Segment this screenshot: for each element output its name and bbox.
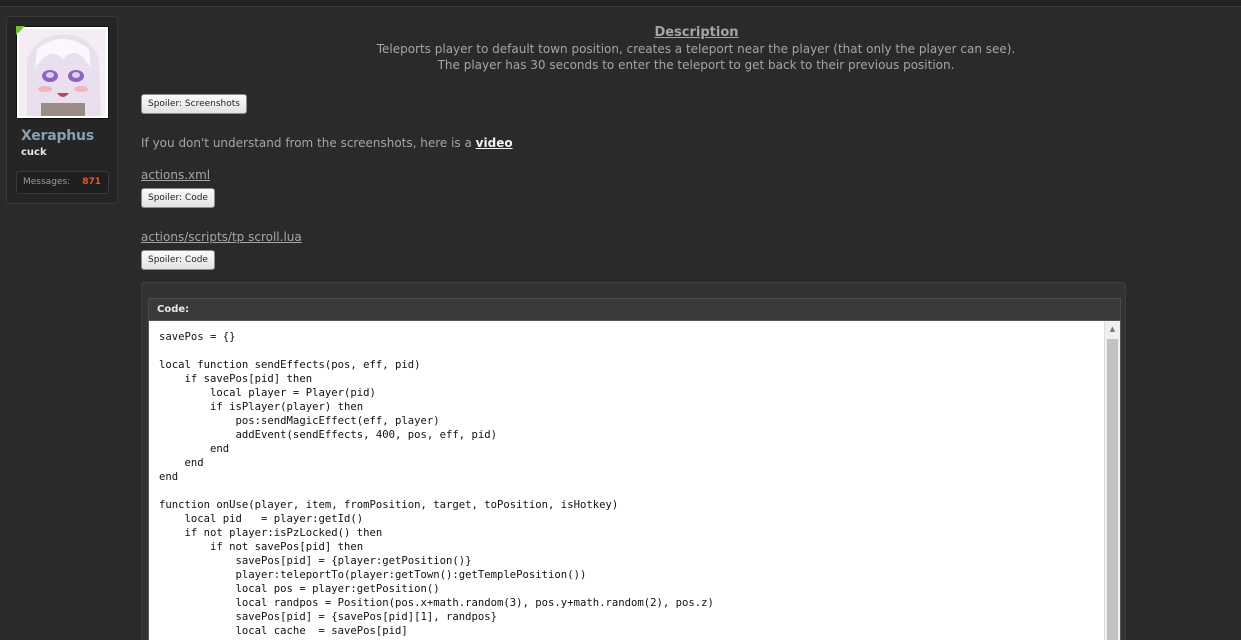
video-paragraph-text: If you don't understand from the screens… bbox=[141, 136, 476, 150]
code-line: local randpos = Position(pos.x+math.rand… bbox=[159, 597, 714, 609]
code-text[interactable]: savePos = {} local function sendEffects(… bbox=[159, 330, 714, 638]
code-scrollbar[interactable]: ▲ bbox=[1104, 321, 1120, 640]
code-line: if savePos[pid] then bbox=[159, 373, 313, 385]
spoiler-code-button-tp-scroll-lua[interactable]: Spoiler: Code bbox=[141, 250, 215, 270]
username-link[interactable]: Xeraphus bbox=[21, 128, 94, 144]
messages-stat: Messages: 871 bbox=[16, 171, 109, 194]
avatar[interactable] bbox=[16, 26, 109, 119]
code-line: end bbox=[159, 471, 179, 483]
spoiler-content: Code: savePos = {} local function sendEf… bbox=[141, 282, 1126, 640]
code-line: if not savePos[pid] then bbox=[159, 541, 364, 553]
code-line: if not player:isPzLocked() then bbox=[159, 527, 383, 539]
code-line: local pid = player:getId() bbox=[159, 513, 364, 525]
code-line: if isPlayer(player) then bbox=[159, 401, 364, 413]
messages-count[interactable]: 871 bbox=[82, 177, 101, 187]
description-title: Description bbox=[654, 25, 739, 40]
code-line: end bbox=[159, 443, 230, 455]
code-line: local player = Player(pid) bbox=[159, 387, 376, 399]
description-line-2: The player has 30 seconds to enter the t… bbox=[437, 58, 955, 72]
code-line: addEvent(sendEffects, 400, pos, eff, pid… bbox=[159, 429, 498, 441]
user-info-card: Xeraphus cuck Messages: 871 bbox=[6, 16, 118, 204]
code-line: savePos[pid] = {savePos[pid][1], randpos… bbox=[159, 611, 498, 623]
user-title: cuck bbox=[21, 147, 47, 158]
code-line: local cache = savePos[pid] bbox=[159, 625, 408, 637]
spoiler-code-button-actions-xml[interactable]: Spoiler: Code bbox=[141, 188, 215, 208]
code-line: player:teleportTo(player:getTown():getTe… bbox=[159, 569, 587, 581]
messages-label: Messages: bbox=[23, 177, 71, 187]
code-line: pos:sendMagicEffect(eff, player) bbox=[159, 415, 440, 427]
scroll-up-arrow-icon[interactable]: ▲ bbox=[1105, 321, 1120, 337]
code-header: Code: bbox=[148, 298, 1121, 320]
video-paragraph: If you don't understand from the screens… bbox=[141, 136, 513, 150]
scroll-thumb[interactable] bbox=[1107, 339, 1118, 640]
code-line: end bbox=[159, 457, 204, 469]
spoiler-screenshots-button[interactable]: Spoiler: Screenshots bbox=[141, 94, 247, 114]
code-line: local function sendEffects(pos, eff, pid… bbox=[159, 359, 421, 371]
top-bar bbox=[0, 0, 1241, 7]
code-line: function onUse(player, item, fromPositio… bbox=[159, 499, 619, 511]
video-link[interactable]: video bbox=[476, 136, 513, 150]
description-block: Description Teleports player to default … bbox=[141, 26, 1241, 73]
file-link-tp-scroll-lua[interactable]: actions/scripts/tp scroll.lua bbox=[141, 230, 302, 244]
code-line: savePos[pid] = {player:getPosition()} bbox=[159, 555, 472, 567]
file-link-actions-xml[interactable]: actions.xml bbox=[141, 168, 210, 182]
description-line-1: Teleports player to default town positio… bbox=[376, 42, 1016, 56]
code-line: local pos = player:getPosition() bbox=[159, 583, 440, 595]
online-indicator-icon bbox=[16, 26, 25, 35]
code-area[interactable]: savePos = {} local function sendEffects(… bbox=[148, 320, 1121, 640]
avatar-image bbox=[19, 29, 106, 116]
code-line: savePos = {} bbox=[159, 331, 236, 343]
